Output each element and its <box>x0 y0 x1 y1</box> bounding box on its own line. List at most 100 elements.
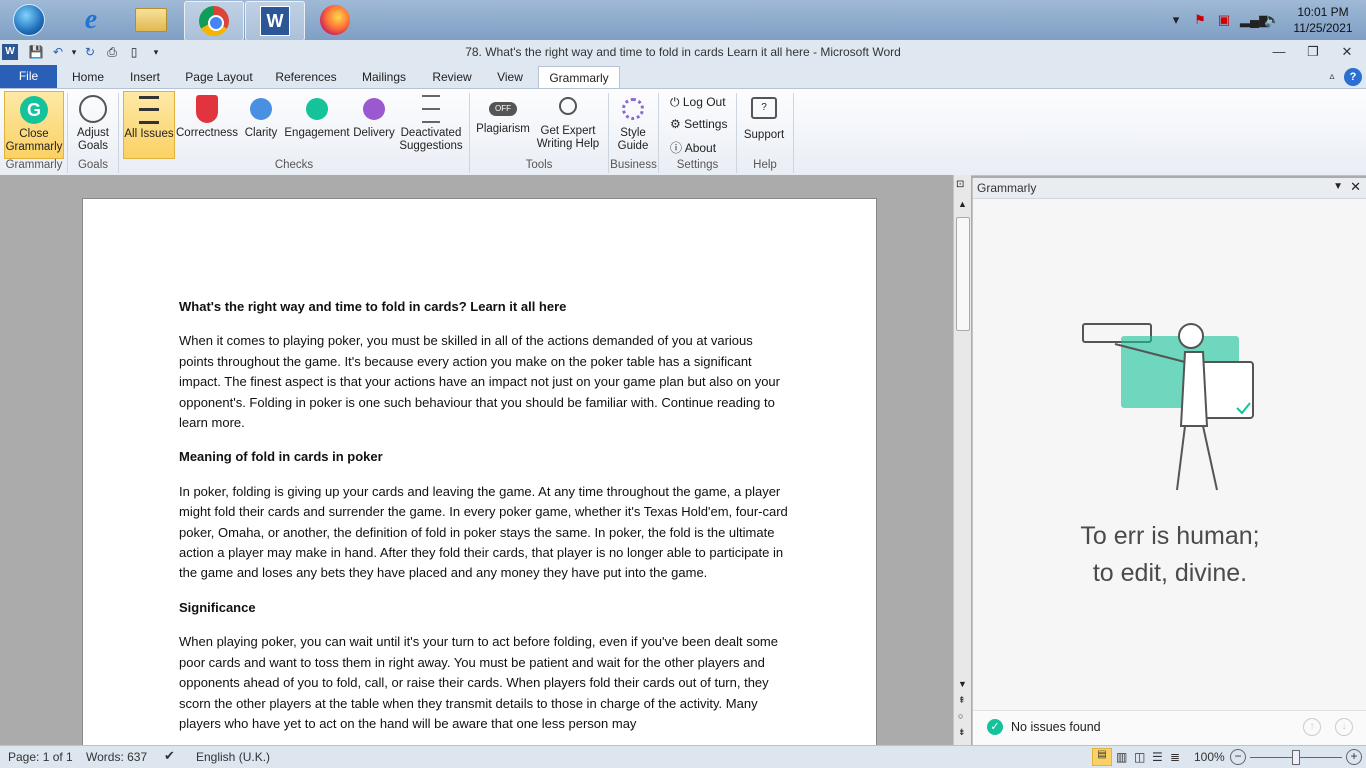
taskbar-chrome[interactable] <box>184 1 244 41</box>
close-grammarly-label-2: Grammarly <box>5 141 63 153</box>
minimize-button[interactable]: — <box>1262 42 1296 62</box>
tab-review[interactable]: Review <box>424 66 480 88</box>
network-icon[interactable]: ▂▄▆ <box>1240 12 1269 28</box>
document-page[interactable]: What's the right way and time to fold in… <box>82 198 877 760</box>
show-hidden-icons-icon[interactable]: ▾ <box>1168 12 1184 28</box>
engagement-label: Engagement <box>284 127 350 139</box>
outline-icon[interactable]: ☰ <box>1152 750 1163 764</box>
settings-label: Settings <box>684 117 728 131</box>
grammarly-pane: Grammarly ▼ ✕ To err is human; to edit, … <box>972 178 1366 745</box>
document-area[interactable]: What's the right way and time to fold in… <box>0 175 953 760</box>
group-label-tools: Tools <box>525 159 553 171</box>
settings-button[interactable]: ⚙ Settings <box>670 117 727 131</box>
language-indicator[interactable]: English (U.K.) <box>196 750 270 764</box>
correctness-shield-icon <box>196 95 218 123</box>
style-guide-flower-icon <box>622 98 644 120</box>
tab-view[interactable]: View <box>488 66 532 88</box>
zoom-slider-thumb[interactable] <box>1292 750 1300 765</box>
engagement-button[interactable]: Engagement <box>283 91 351 157</box>
taskbar-word[interactable]: W <box>245 1 305 41</box>
quote-line-2: to edit, divine. <box>1092 559 1248 587</box>
clarity-button[interactable]: Clarity <box>242 91 280 157</box>
security-icon[interactable]: ▣ <box>1216 12 1232 28</box>
pane-title: Grammarly <box>977 181 1037 195</box>
zoom-level[interactable]: 100% <box>1194 750 1225 764</box>
firefox-icon <box>320 5 350 35</box>
group-label-settings: Settings <box>676 159 719 171</box>
tab-page-layout[interactable]: Page Layout <box>180 66 258 88</box>
taskbar-explorer[interactable] <box>122 1 180 39</box>
doc-paragraph-1: When it comes to playing poker, you must… <box>179 333 780 431</box>
window-title: 78. What's the right way and time to fol… <box>465 45 901 59</box>
word-icon: W <box>260 6 290 36</box>
word-count[interactable]: Words: 637 <box>86 750 147 764</box>
taskbar-firefox[interactable] <box>306 1 364 39</box>
close-grammarly-label-1: Close <box>19 128 49 140</box>
scroll-up-icon[interactable]: ▲ <box>958 199 967 209</box>
delivery-button[interactable]: Delivery <box>353 91 395 157</box>
chrome-icon <box>199 6 229 36</box>
support-button[interactable]: ? Support <box>740 91 788 157</box>
proofing-icon[interactable]: ✔ <box>164 748 175 764</box>
scroll-down-icon[interactable]: ▼ <box>958 679 967 689</box>
deactivated-suggestions-button[interactable]: Deactivated Suggestions <box>397 91 465 157</box>
tab-file[interactable]: File <box>0 65 57 88</box>
ribbon-tabs: File Home Insert Page Layout References … <box>0 64 1366 89</box>
quote-line-1: To err is human; <box>1080 522 1260 550</box>
no-issues-text: No issues found <box>1011 720 1101 734</box>
pane-close-icon[interactable]: ✕ <box>1350 179 1361 195</box>
tab-mailings[interactable]: Mailings <box>354 66 414 88</box>
close-grammarly-button[interactable]: G Close Grammarly <box>4 91 64 159</box>
deactivated-label-1: Deactivated <box>400 127 462 139</box>
web-layout-icon[interactable]: ◫ <box>1134 750 1145 764</box>
all-issues-button[interactable]: All Issues <box>123 91 175 159</box>
tab-grammarly[interactable]: Grammarly <box>538 66 620 89</box>
close-button[interactable]: ✕ <box>1330 42 1364 62</box>
next-issue-icon[interactable]: ↓ <box>1335 718 1353 736</box>
correctness-button[interactable]: Correctness <box>176 91 238 157</box>
all-issues-label: All Issues <box>124 128 174 140</box>
tab-home[interactable]: Home <box>66 66 110 88</box>
support-chat-icon: ? <box>751 97 777 119</box>
log-out-button[interactable]: ⏻ Log Out <box>670 95 726 110</box>
doc-heading-1: What's the right way and time to fold in… <box>179 299 567 314</box>
style-guide-button[interactable]: Style Guide <box>612 91 654 157</box>
minimize-ribbon-icon[interactable]: ▵ <box>1324 66 1340 88</box>
about-button[interactable]: ⓘ About <box>670 139 716 156</box>
tab-references[interactable]: References <box>268 66 344 88</box>
start-button[interactable] <box>0 1 58 39</box>
browse-object-icon[interactable]: ○ <box>958 711 963 721</box>
group-label-grammarly: Grammarly <box>5 159 63 171</box>
volume-icon[interactable]: 🔈 <box>1264 12 1280 28</box>
adjust-goals-button[interactable]: Adjust Goals <box>70 91 116 157</box>
ruler-toggle-icon[interactable]: ⊡ <box>956 179 964 190</box>
doc-paragraph-3: When playing poker, you can wait until i… <box>179 634 778 731</box>
help-icon[interactable]: ? <box>1344 68 1362 86</box>
previous-page-icon[interactable]: ⇞ <box>958 695 966 706</box>
action-center-icon[interactable]: ⚑ <box>1192 12 1208 28</box>
ribbon-separator <box>793 93 794 173</box>
draft-icon[interactable]: ≣ <box>1170 750 1180 764</box>
get-expert-writing-help-button[interactable]: Get Expert Writing Help <box>534 91 602 157</box>
expert-person-icon <box>559 97 577 115</box>
zoom-in-icon[interactable]: + <box>1346 749 1362 765</box>
document-body[interactable]: What's the right way and time to fold in… <box>179 297 789 748</box>
gear-icon: ⚙ <box>670 117 681 131</box>
vertical-scrollbar[interactable]: ⊡ ▲ ▼ ⇞ ○ ⇟ <box>953 175 971 745</box>
page-count[interactable]: Page: 1 of 1 <box>8 750 73 764</box>
print-layout-icon[interactable]: ▤ <box>1092 748 1112 766</box>
windows-logo-icon <box>13 4 45 36</box>
zoom-out-icon[interactable]: − <box>1230 749 1246 765</box>
next-page-icon[interactable]: ⇟ <box>958 727 966 738</box>
tab-insert[interactable]: Insert <box>122 66 168 88</box>
clock-date: 11/25/2021 <box>1293 21 1353 35</box>
scrollbar-thumb[interactable] <box>956 217 970 331</box>
plagiarism-button[interactable]: OFF Plagiarism <box>474 91 532 157</box>
pane-options-icon[interactable]: ▼ <box>1333 181 1343 192</box>
clock[interactable]: 10:01 PM 11/25/2021 <box>1284 4 1362 36</box>
full-screen-reading-icon[interactable]: ▥ <box>1116 750 1127 764</box>
restore-button[interactable]: ❐ <box>1296 42 1330 62</box>
pane-quote: To err is human; to edit, divine. <box>973 518 1366 592</box>
taskbar-ie[interactable]: e <box>62 1 120 39</box>
previous-issue-icon[interactable]: ↑ <box>1303 718 1321 736</box>
